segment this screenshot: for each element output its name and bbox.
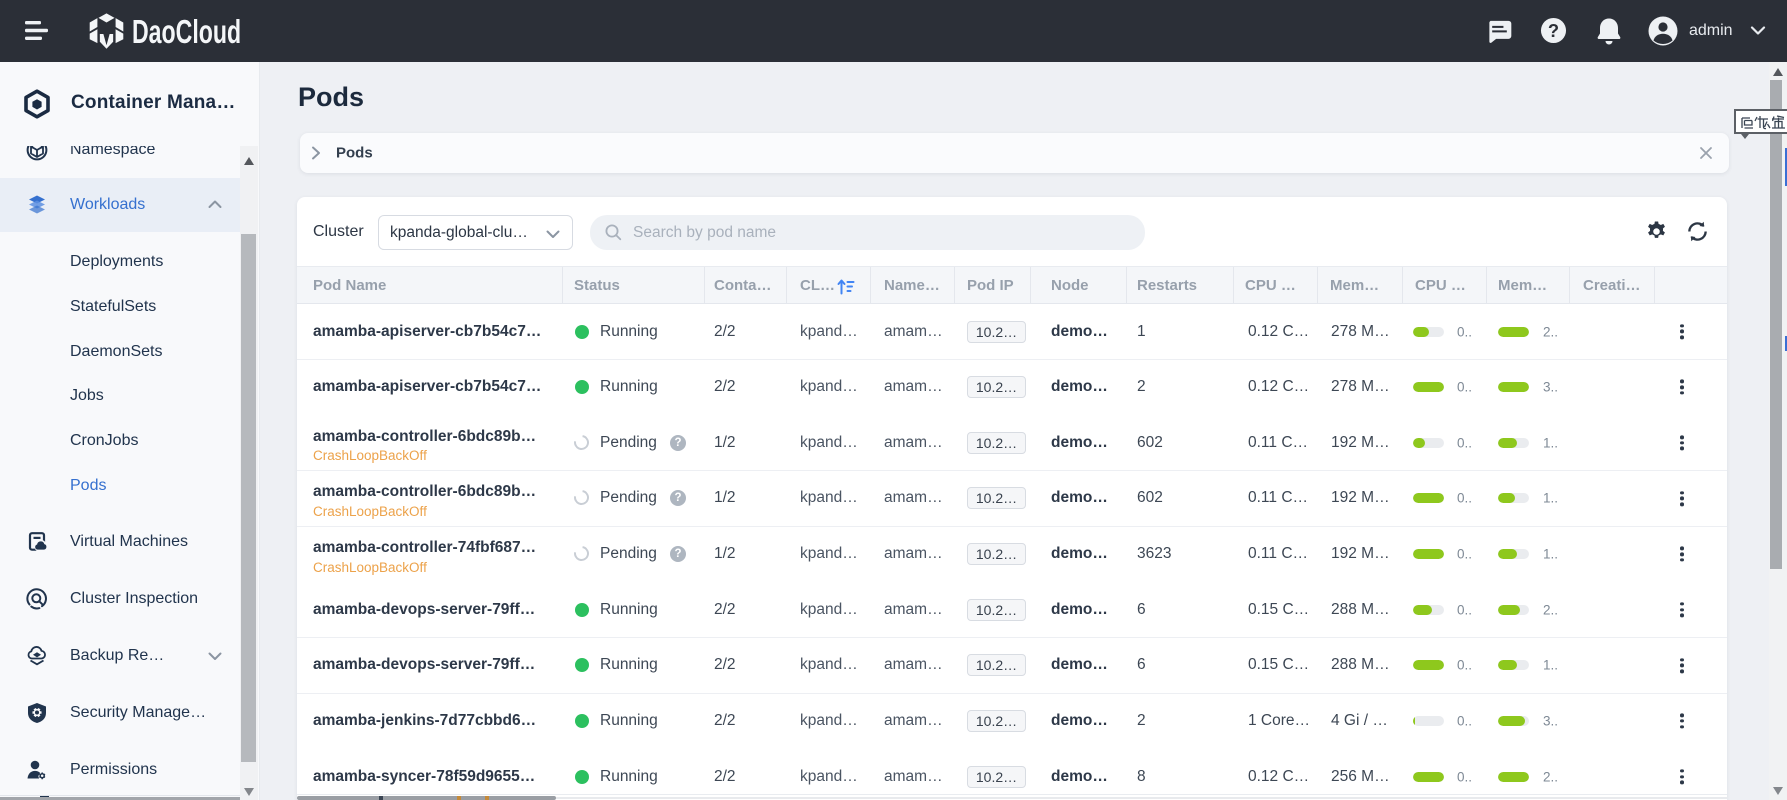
svg-text:?: ? bbox=[1548, 20, 1559, 41]
